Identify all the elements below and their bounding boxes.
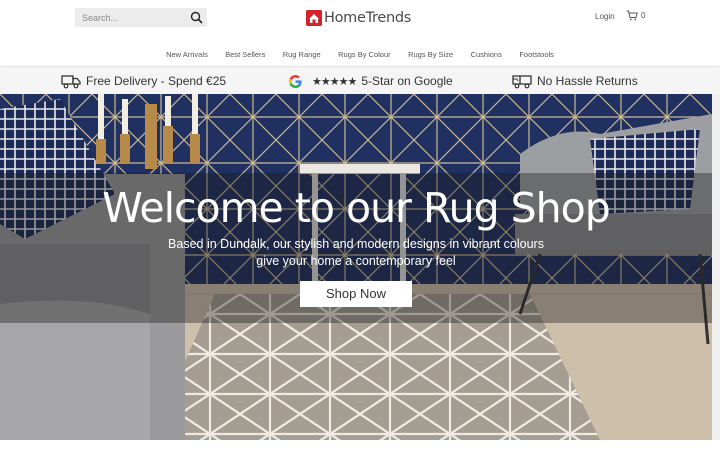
login-link[interactable]: Login: [595, 12, 615, 21]
hero-title: Welcome to our Rug Shop: [102, 184, 611, 232]
nav-rugs-by-colour[interactable]: Rugs By Colour: [338, 50, 391, 59]
usp-rating-text: 5-Star on Google: [361, 74, 453, 88]
hero-subtitle-line-2: give your home a contemporary feel: [256, 254, 456, 268]
cart-count: 0: [641, 11, 646, 20]
search-icon[interactable]: [190, 11, 203, 24]
returns-truck-icon: [512, 74, 532, 88]
shop-now-button[interactable]: Shop Now: [300, 281, 412, 307]
usp-delivery: Free Delivery - Spend €25: [61, 73, 226, 89]
google-icon: [288, 74, 302, 88]
main-nav: New Arrivals Best Sellers Rug Range Rugs…: [0, 44, 720, 59]
page-scrollbar[interactable]: [712, 94, 720, 440]
hero-subtitle: Based in Dundalk, our stylish and modern…: [0, 236, 712, 270]
usp-bar: Free Delivery - Spend €25 ★★★★★ 5-Star o…: [0, 66, 720, 95]
cart-icon: [626, 10, 638, 21]
hero-subtitle-line-1: Based in Dundalk, our stylish and modern…: [168, 237, 544, 251]
site-header: HomeTrends Login 0 New Arrivals Best Sel…: [0, 0, 720, 66]
logo-icon: [306, 10, 322, 26]
nav-new-arrivals[interactable]: New Arrivals: [166, 50, 208, 59]
hero-banner: Welcome to our Rug Shop Based in Dundalk…: [0, 94, 712, 440]
rating-stars: ★★★★★: [312, 75, 357, 88]
search-box: [75, 8, 207, 27]
usp-returns: No Hassle Returns: [512, 73, 638, 89]
usp-google-rating: ★★★★★ 5-Star on Google: [288, 73, 453, 89]
cart-button[interactable]: 0: [626, 10, 645, 21]
search-input[interactable]: [75, 8, 185, 27]
brand-name: HomeTrends: [324, 10, 412, 26]
nav-best-sellers[interactable]: Best Sellers: [225, 50, 265, 59]
brand-logo[interactable]: HomeTrends: [306, 8, 411, 28]
nav-cushions[interactable]: Cushions: [471, 50, 502, 59]
delivery-truck-icon: [61, 74, 81, 88]
nav-footstools[interactable]: Footstools: [519, 50, 554, 59]
usp-returns-text: No Hassle Returns: [537, 74, 638, 88]
usp-delivery-text: Free Delivery - Spend €25: [86, 74, 227, 88]
nav-rugs-by-size[interactable]: Rugs By Size: [408, 50, 453, 59]
nav-rug-range[interactable]: Rug Range: [283, 50, 321, 59]
